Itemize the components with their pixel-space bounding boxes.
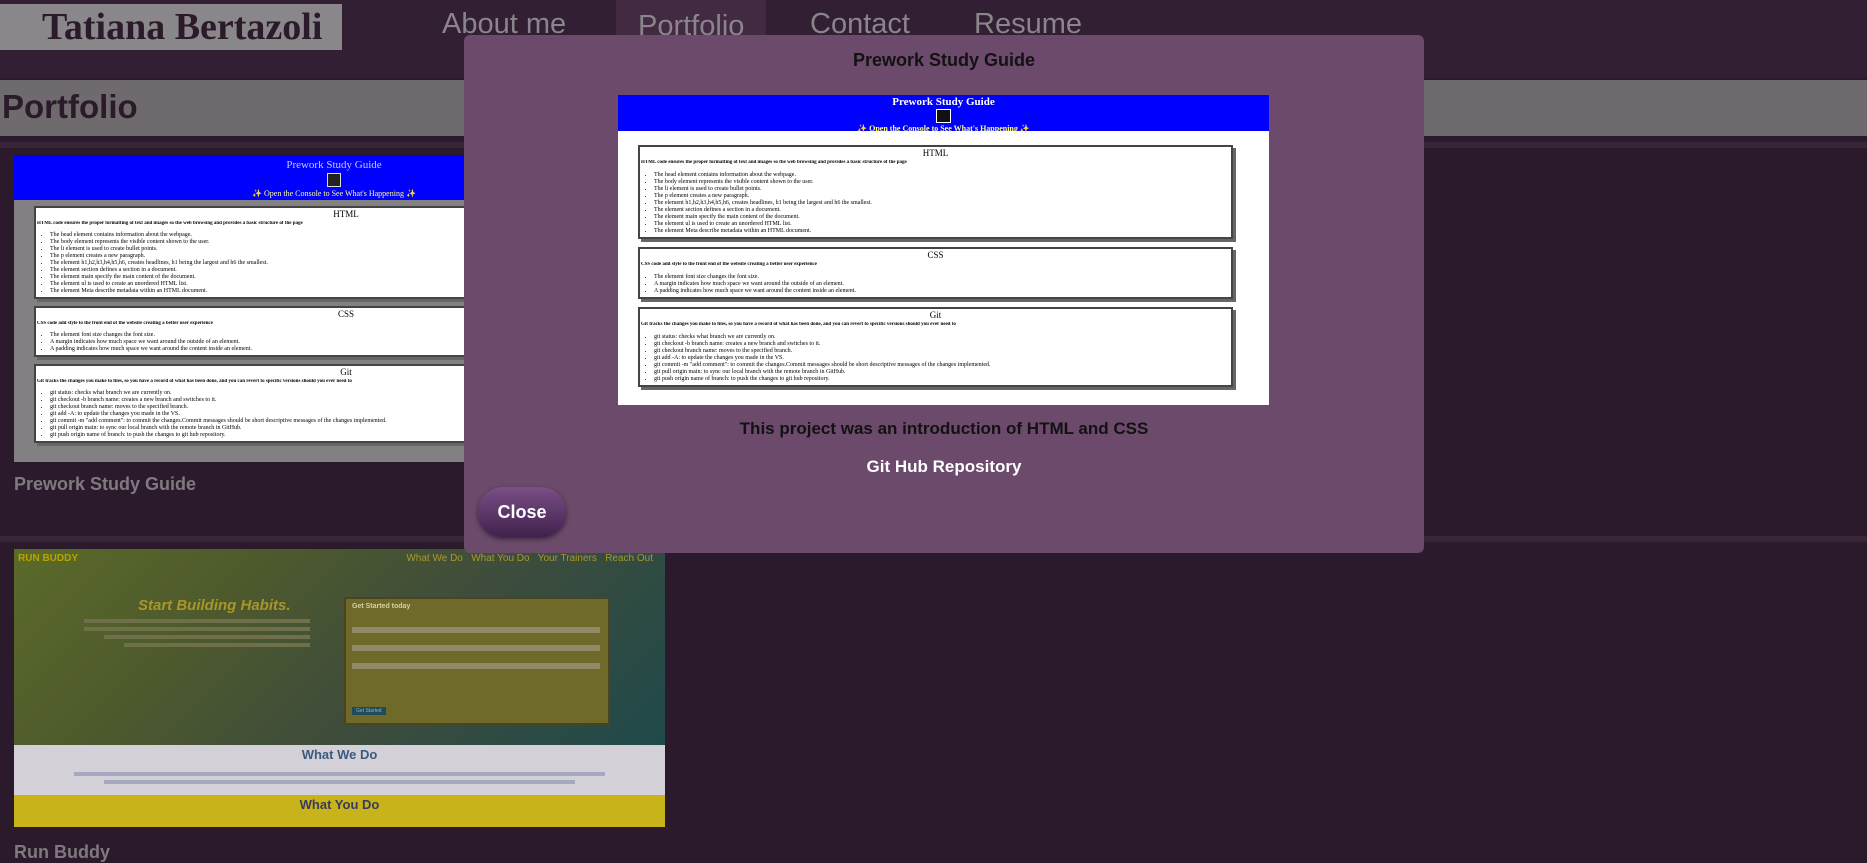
guide-list-item: The element Meta describe metadata withi… bbox=[654, 228, 1231, 235]
guide-section-heading: Git bbox=[929, 310, 942, 320]
guide-header: Prework Study Guide ✨ Open the Console t… bbox=[618, 95, 1269, 133]
guide-list-item: git push origin name of branch: to push … bbox=[654, 376, 1231, 383]
guide-list-item: git checkout branch name: moves to the s… bbox=[654, 348, 1231, 355]
guide-list-item: git add -A: to update the changes you ma… bbox=[654, 355, 1231, 362]
guide-list-item: The element section defines a section in… bbox=[654, 207, 1231, 214]
guide-section-intro: CSS code add style to the front end of t… bbox=[641, 262, 817, 267]
guide-section-list: The head element contains information ab… bbox=[640, 172, 1231, 235]
close-button[interactable]: Close bbox=[478, 487, 566, 537]
guide-list-item: The p element creates a new paragraph. bbox=[654, 193, 1231, 200]
guide-list-item: git checkout -b branch name: creates a n… bbox=[654, 341, 1231, 348]
github-icon bbox=[936, 109, 951, 123]
guide-list-item: The li element is used to create bullet … bbox=[654, 186, 1231, 193]
guide-section-heading: CSS bbox=[927, 250, 944, 260]
modal-title: Prework Study Guide bbox=[852, 50, 1036, 70]
guide-list-item: The element font size changes the font s… bbox=[654, 274, 1231, 281]
guide-list-item: git pull origin main: to sync our local … bbox=[654, 369, 1231, 376]
guide-section-intro: HTML code ensures the proper formatting … bbox=[641, 160, 907, 165]
guide-list-item: The head element contains information ab… bbox=[654, 172, 1231, 179]
guide-section-html: HTML HTML code ensures the proper formatt… bbox=[638, 145, 1233, 239]
guide-list-item: The element main specify the main conten… bbox=[654, 214, 1231, 221]
guide-section-git: Git Git tracks the changes you make to fi… bbox=[638, 307, 1233, 387]
guide-list-item: git commit -m "add comment": to commit t… bbox=[654, 362, 1231, 369]
guide-list-item: The body element represents the visible … bbox=[654, 179, 1231, 186]
guide-list-item: The element h1,h2,h3,h4,h5,h6, creates h… bbox=[654, 200, 1231, 207]
guide-section-list: git status: checks what branch we are cu… bbox=[640, 334, 1231, 383]
guide-list-item: A margin indicates how much space we wan… bbox=[654, 281, 1231, 288]
guide-list-item: git status: checks what branch we are cu… bbox=[654, 334, 1231, 341]
modal-project-screenshot: Prework Study Guide ✨ Open the Console t… bbox=[618, 95, 1269, 405]
guide-title: Prework Study Guide bbox=[892, 96, 995, 108]
guide-list-item: A padding indicates how much space we wa… bbox=[654, 288, 1231, 295]
guide-section-intro: Git tracks the changes you make to files… bbox=[641, 322, 956, 327]
guide-section-heading: HTML bbox=[922, 148, 949, 158]
guide-section-css: CSS CSS code add style to the front end o… bbox=[638, 247, 1233, 299]
modal-description: This project was an introduction of HTML… bbox=[739, 419, 1149, 438]
guide-sections: HTML HTML code ensures the proper formatt… bbox=[618, 131, 1269, 387]
github-repository-link[interactable]: Git Hub Repository bbox=[464, 457, 1424, 477]
project-modal: Prework Study Guide Prework Study Guide … bbox=[464, 35, 1424, 553]
guide-list-item: The element ul is used to create an unor… bbox=[654, 221, 1231, 228]
guide-section-list: The element font size changes the font s… bbox=[640, 274, 1231, 295]
